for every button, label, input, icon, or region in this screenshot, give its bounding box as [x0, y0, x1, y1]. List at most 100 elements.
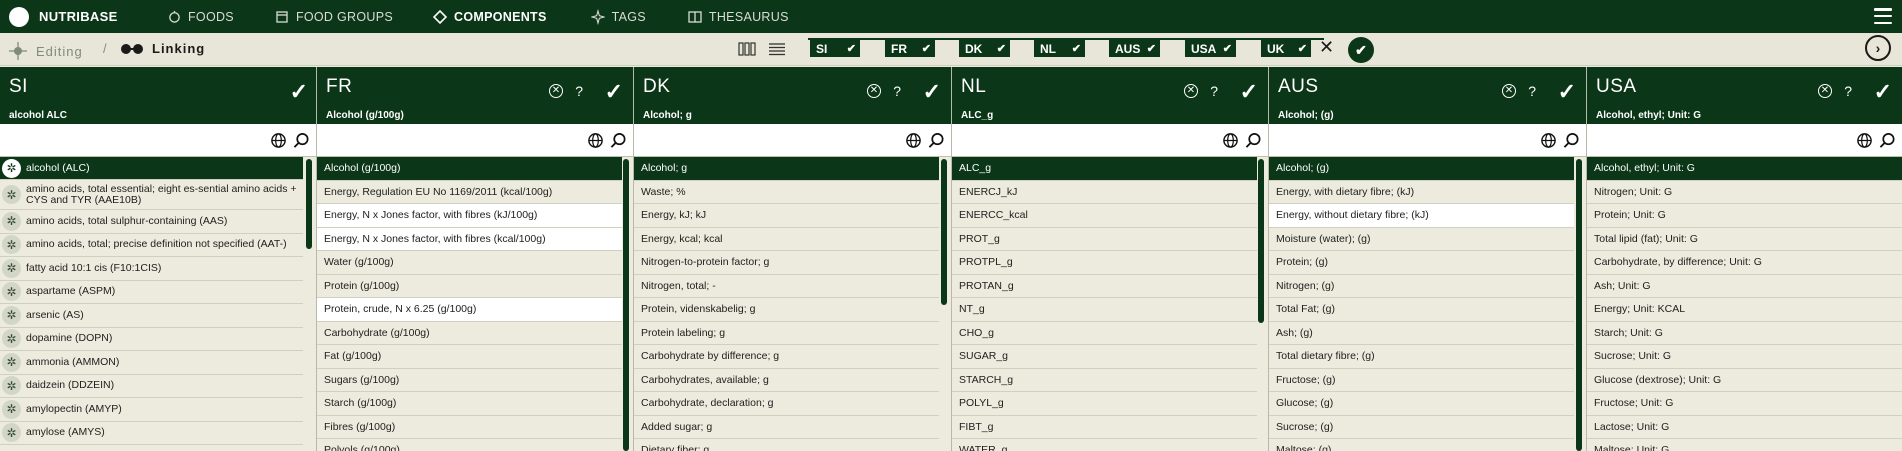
list-item[interactable]: PROT_g [952, 228, 1257, 251]
list-item[interactable]: Energy; Unit: KCAL [1587, 298, 1902, 322]
list-item[interactable]: STARCH_g [952, 369, 1257, 392]
list-item[interactable]: Dietary fiber; g [634, 439, 939, 451]
list-item[interactable]: ✲ amylopectin (AMYP) [0, 398, 303, 422]
list-item[interactable]: Added sugar; g [634, 416, 939, 439]
list-item[interactable]: Glucose (dextrose); Unit: G [1587, 369, 1902, 392]
list-item[interactable]: ✲ ammonia (AMMON) [0, 351, 303, 375]
clear-icon[interactable]: ✕ [867, 84, 881, 98]
globe-icon[interactable] [587, 132, 604, 149]
list-item[interactable]: Nitrogen; Unit: G [1587, 181, 1902, 204]
list-item[interactable]: Energy, with dietary fibre; (kJ) [1269, 181, 1574, 204]
source-chip-fr[interactable]: FR ✔ [885, 40, 935, 57]
list-item[interactable]: Energy, N x Jones factor, with fibres (k… [317, 227, 622, 251]
scrollbar[interactable] [1576, 159, 1582, 451]
globe-icon[interactable] [1540, 132, 1557, 149]
search-input[interactable] [1587, 124, 1808, 154]
app-logo[interactable]: NUTRIBASE [9, 6, 167, 27]
list-item[interactable]: Glucose; (g) [1269, 392, 1574, 416]
scrollbar[interactable] [941, 159, 947, 305]
list-item[interactable]: Protein; (g) [1269, 251, 1574, 275]
globe-icon[interactable] [905, 132, 922, 149]
search-icon[interactable] [610, 132, 627, 149]
source-chip-uk[interactable]: UK ✔ [1261, 40, 1311, 57]
list-item[interactable]: Total lipid (fat); Unit: G [1587, 228, 1902, 251]
search-icon[interactable] [293, 132, 310, 149]
list-item[interactable]: Alcohol, ethyl; Unit: G [1587, 157, 1902, 181]
search-input[interactable] [0, 124, 222, 154]
list-item[interactable]: Starch (g/100g) [317, 392, 622, 416]
search-icon[interactable] [928, 132, 945, 149]
list-item[interactable]: Fat (g/100g) [317, 345, 622, 369]
help-icon[interactable]: ? [1844, 83, 1852, 99]
confirm-all-button[interactable]: ✔ [1348, 37, 1374, 63]
nav-components[interactable]: COMPONENTS [433, 0, 547, 33]
clear-icon[interactable]: ✕ [1818, 84, 1832, 98]
globe-icon[interactable] [1222, 132, 1239, 149]
confirm-check-icon[interactable]: ✓ [1874, 79, 1892, 105]
list-item[interactable]: Protein, videnskabelig; g [634, 298, 939, 322]
list-item[interactable]: WATER_g [952, 439, 1257, 451]
list-item[interactable]: Fibres (g/100g) [317, 416, 622, 439]
list-item[interactable]: Maltose; Unit: G [1587, 439, 1902, 451]
list-item[interactable]: ✲ amino acids, total sulphur-containing (… [0, 210, 303, 234]
list-item[interactable]: Ash; Unit: G [1587, 275, 1902, 298]
list-item[interactable]: Polyols (g/100g) [317, 439, 622, 451]
list-item[interactable]: Nitrogen-to-protein factor; g [634, 251, 939, 275]
list-item[interactable]: ✲ fatty acid 10:1 cis (F10:1CIS) [0, 257, 303, 281]
list-item[interactable]: Alcohol (g/100g) [317, 157, 622, 181]
mode-linking[interactable]: Linking [120, 41, 205, 56]
list-item[interactable]: ✲ daidzein (DDZEIN) [0, 375, 303, 398]
menu-icon[interactable] [1874, 8, 1892, 24]
list-item[interactable]: Protein (g/100g) [317, 275, 622, 298]
list-item[interactable]: CHO_g [952, 322, 1257, 345]
next-arrow-icon[interactable]: › [1865, 35, 1891, 61]
list-item[interactable]: Carbohydrate (g/100g) [317, 322, 622, 345]
list-item[interactable]: Energy, kcal; kcal [634, 228, 939, 251]
clear-icon[interactable]: ✕ [1502, 84, 1516, 98]
search-input[interactable] [1269, 124, 1491, 154]
source-chip-aus[interactable]: AUS ✔ [1109, 40, 1160, 57]
list-item[interactable]: POLYL_g [952, 392, 1257, 416]
source-chip-nl[interactable]: NL ✔ [1034, 40, 1085, 57]
nav-foods[interactable]: FOODS [167, 0, 234, 33]
list-item[interactable]: ✲ dopamine (DOPN) [0, 328, 303, 351]
scrollbar[interactable] [306, 159, 312, 249]
search-input[interactable] [317, 124, 539, 154]
list-item[interactable]: Nitrogen, total; - [634, 275, 939, 298]
help-icon[interactable]: ? [1210, 83, 1218, 99]
scrollbar[interactable] [623, 159, 629, 451]
list-item[interactable]: ✲ alcohol (ALC) [0, 157, 303, 180]
list-item[interactable]: Sucrose; Unit: G [1587, 345, 1902, 369]
list-item[interactable]: Carbohydrate, by difference; Unit: G [1587, 251, 1902, 275]
list-item[interactable]: Energy, kJ; kJ [634, 204, 939, 228]
list-item[interactable]: Ash; (g) [1269, 322, 1574, 345]
list-item[interactable]: ✲ amino acids, total; precise definition … [0, 234, 303, 257]
list-item[interactable]: Nitrogen; (g) [1269, 275, 1574, 298]
list-item[interactable]: Moisture (water); (g) [1269, 228, 1574, 251]
list-item[interactable]: Protein, crude, N x 6.25 (g/100g) [317, 298, 622, 322]
clear-links-icon[interactable]: ✕ [1319, 37, 1334, 58]
mode-editing[interactable]: Editing [8, 41, 83, 61]
list-item[interactable]: Carbohydrate by difference; g [634, 345, 939, 369]
list-item[interactable]: Protein labeling; g [634, 322, 939, 345]
list-item[interactable]: Starch; Unit: G [1587, 322, 1902, 345]
list-item[interactable]: ENERCJ_kJ [952, 181, 1257, 204]
confirm-check-icon[interactable]: ✓ [923, 79, 941, 105]
confirm-check-icon[interactable]: ✓ [1558, 79, 1576, 105]
clear-icon[interactable]: ✕ [1184, 84, 1198, 98]
search-input[interactable] [952, 124, 1174, 154]
clear-icon[interactable]: ✕ [549, 84, 563, 98]
list-item[interactable]: Alcohol; g [634, 157, 939, 181]
search-icon[interactable] [1563, 132, 1580, 149]
nav-food-groups[interactable]: FOOD GROUPS [275, 0, 393, 33]
list-item[interactable]: FIBT_g [952, 416, 1257, 439]
source-chip-si[interactable]: SI ✔ [810, 40, 860, 57]
scrollbar[interactable] [1258, 159, 1264, 323]
list-item[interactable]: Total dietary fibre; (g) [1269, 345, 1574, 369]
globe-icon[interactable] [270, 132, 287, 149]
confirm-check-icon[interactable]: ✓ [605, 79, 623, 105]
list-item[interactable]: Carbohydrates, available; g [634, 369, 939, 392]
help-icon[interactable]: ? [1528, 83, 1536, 99]
list-item[interactable]: ENERCC_kcal [952, 204, 1257, 228]
list-item[interactable]: Fructose; Unit: G [1587, 392, 1902, 416]
